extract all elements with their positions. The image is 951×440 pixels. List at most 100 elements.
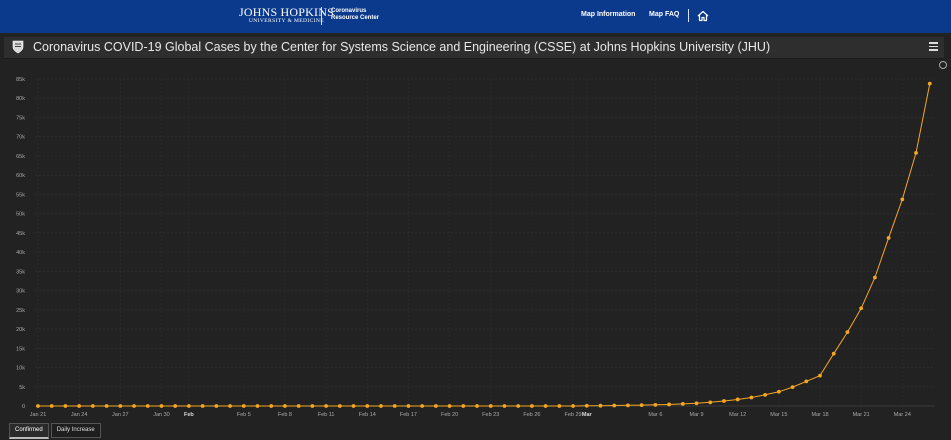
top-navigation-bar: JOHNS HOPKINS UNIVERSITY & MEDICINE Coro… xyxy=(0,0,951,33)
y-tick-label: 65k xyxy=(16,154,25,160)
data-point xyxy=(104,404,109,408)
data-point xyxy=(667,402,671,407)
data-point xyxy=(433,404,438,408)
data-point xyxy=(365,404,370,408)
y-tick-label: 10k xyxy=(16,366,25,372)
map-information-link[interactable]: Map Information xyxy=(581,11,635,18)
x-tick-label: Jan 30 xyxy=(153,412,170,418)
y-tick-label: 70k xyxy=(16,135,25,141)
x-tick-label: Mar 21 xyxy=(853,412,870,418)
chart-svg: 0 5k 10k 15k 20k 25k 30k 35k 40k 45k 50k 55k 60k 65k 7… xyxy=(16,77,935,418)
data-point xyxy=(118,404,123,408)
data-point xyxy=(187,404,191,408)
data-point xyxy=(406,404,411,408)
data-point xyxy=(598,403,603,408)
data-point xyxy=(694,401,699,406)
data-point xyxy=(296,404,301,408)
x-tick-label: Feb xyxy=(184,412,194,418)
data-point xyxy=(173,404,178,408)
data-point xyxy=(475,404,479,408)
data-point xyxy=(722,399,726,403)
y-tick-label: 15k xyxy=(16,346,25,352)
data-point xyxy=(530,404,534,408)
data-point xyxy=(653,402,658,407)
tab-daily-increase[interactable]: Daily Increase xyxy=(50,423,101,438)
data-point xyxy=(763,392,768,397)
data-point xyxy=(145,404,150,408)
x-tick-label: Mar 24 xyxy=(894,412,911,418)
x-tick-label: Feb 26 xyxy=(523,412,540,418)
chart-tab-bar: Confirmed Daily Increase xyxy=(9,423,103,439)
resource-line-1: Coronavirus xyxy=(331,8,367,14)
data-point xyxy=(584,403,589,408)
data-point xyxy=(845,330,850,335)
x-tick-label: Feb 8 xyxy=(278,412,292,418)
brand-subtitle: UNIVERSITY & MEDICINE xyxy=(248,18,325,24)
data-point xyxy=(90,404,95,408)
data-point xyxy=(886,235,891,240)
data-point xyxy=(269,404,274,408)
x-tick-label: Mar 15 xyxy=(770,412,787,418)
data-point xyxy=(255,404,260,408)
expand-chart-icon[interactable] xyxy=(939,61,947,69)
y-tick-label: 75k xyxy=(16,115,25,121)
y-tick-label: 80k xyxy=(16,96,25,102)
data-point xyxy=(310,404,315,408)
data-point xyxy=(36,404,40,408)
data-point xyxy=(159,404,164,408)
resource-center-link[interactable]: Coronavirus Resource Center xyxy=(331,8,401,22)
data-point xyxy=(557,404,562,408)
x-tick-label: Feb 29 xyxy=(564,412,581,418)
x-tick-label: Mar 9 xyxy=(690,412,704,418)
x-tick-label: Feb 11 xyxy=(318,412,335,418)
johns-hopkins-logo[interactable]: JOHNS HOPKINS UNIVERSITY & MEDICINE xyxy=(239,6,334,25)
y-tick-label: 35k xyxy=(16,269,25,275)
data-point xyxy=(680,401,685,406)
x-tick-label: Mar 6 xyxy=(648,412,662,418)
data-point xyxy=(200,404,205,408)
data-point xyxy=(639,403,644,408)
data-point xyxy=(626,403,630,408)
x-tick-label: Feb 23 xyxy=(482,412,499,418)
data-point xyxy=(49,404,54,408)
jhu-shield-icon xyxy=(12,40,24,54)
data-point xyxy=(228,404,232,408)
tab-confirmed[interactable]: Confirmed xyxy=(9,423,49,439)
data-point xyxy=(516,404,521,408)
y-tick-label: 85k xyxy=(16,77,25,83)
data-point xyxy=(63,404,68,408)
confirmed-cases-chart: 0 5k 10k 15k 20k 25k 30k 35k 40k 45k 50k 55k 60k 65k 7… xyxy=(4,61,947,423)
hamburger-menu-icon[interactable] xyxy=(929,42,938,52)
nav-divider xyxy=(688,9,689,22)
y-tick-label: 60k xyxy=(16,173,25,179)
data-point xyxy=(914,150,918,155)
data-point xyxy=(804,379,809,384)
x-tick-label: Mar 12 xyxy=(729,412,746,418)
y-tick-label: 30k xyxy=(16,289,25,295)
data-point xyxy=(351,404,356,408)
data-point xyxy=(337,404,342,408)
x-tick-label: Feb 20 xyxy=(441,412,458,418)
data-point xyxy=(214,404,219,408)
page-title: Coronavirus COVID-19 Global Cases by the… xyxy=(33,40,771,54)
data-point xyxy=(927,81,932,86)
data-point xyxy=(379,404,383,408)
y-tick-label: 50k xyxy=(16,212,25,218)
home-icon[interactable] xyxy=(697,10,709,22)
data-point xyxy=(543,404,548,408)
data-point xyxy=(708,400,713,405)
x-tick-label: Mar xyxy=(582,412,593,418)
x-tick-label: Jan 27 xyxy=(112,412,129,418)
resource-line-2: Resource Center xyxy=(331,15,380,21)
data-point xyxy=(859,306,864,311)
x-tick-label: Feb 14 xyxy=(359,412,376,418)
x-tick-label: Jan 21 xyxy=(30,412,47,418)
x-tick-label: Jan 24 xyxy=(71,412,88,418)
x-tick-label: Feb 17 xyxy=(400,412,417,418)
data-point xyxy=(324,404,329,408)
data-point xyxy=(872,275,877,280)
data-point xyxy=(749,395,754,400)
y-tick-label: 5k xyxy=(19,385,25,391)
map-faq-link[interactable]: Map FAQ xyxy=(649,11,679,18)
data-point xyxy=(831,351,836,356)
